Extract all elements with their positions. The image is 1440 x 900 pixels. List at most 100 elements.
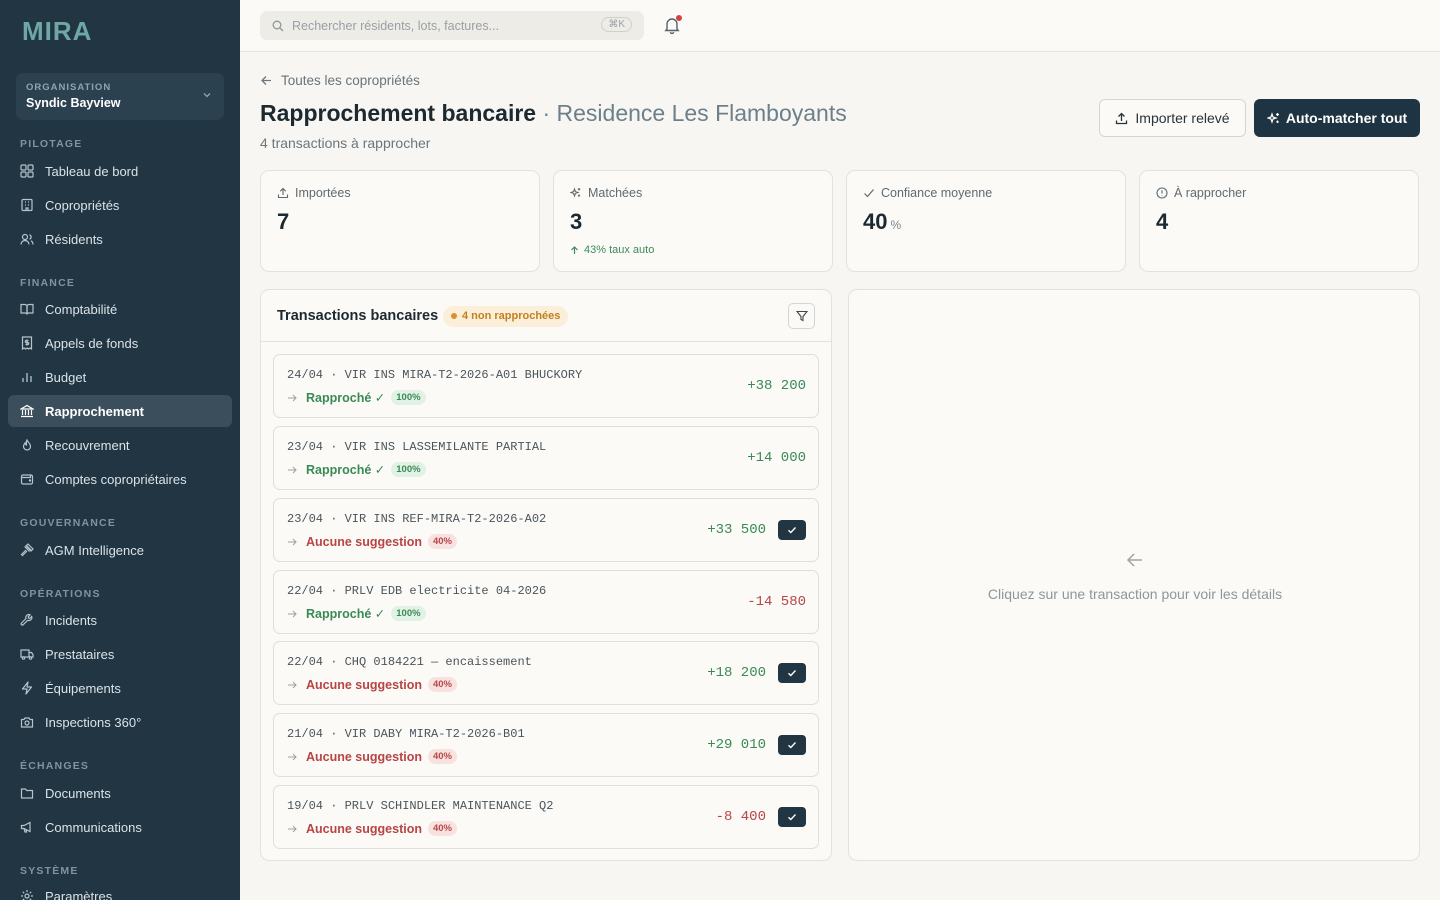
arrow-left-icon <box>261 76 271 85</box>
sidebar-item-agm[interactable]: AGM Intelligence <box>8 534 232 566</box>
sidebar-item-appels-de-fonds[interactable]: Appels de fonds <box>8 327 232 359</box>
transaction-description: 23/04 · VIR INS REF-MIRA-T2-2026-A02 <box>287 512 547 526</box>
transaction-description: 23/04 · VIR INS LASSEMILANTE PARTIAL <box>287 440 547 454</box>
megaphone-icon <box>20 821 31 833</box>
stat-label: Matchées <box>588 186 643 200</box>
sidebar-item-dashboard[interactable]: Tableau de bord <box>8 155 232 187</box>
transaction-amount: -8 400 <box>715 809 766 825</box>
transactions-title: Transactions bancaires <box>277 308 439 324</box>
search-input[interactable] <box>292 18 582 33</box>
sidebar-item-label: AGM Intelligence <box>45 542 144 558</box>
transaction-row[interactable]: 21/04 · VIR DABY MIRA-T2-2026-B01 Aucune… <box>273 713 819 777</box>
transaction-row[interactable]: 22/04 · CHQ 0184221 — encaissement Aucun… <box>273 641 819 705</box>
truck-icon <box>20 649 34 660</box>
auto-match-button[interactable]: Auto-matcher tout <box>1254 99 1420 137</box>
sidebar-item-budget[interactable]: Budget <box>8 361 232 393</box>
filter-button[interactable] <box>788 303 815 329</box>
check-icon <box>788 742 797 749</box>
transaction-amount: +18 200 <box>707 665 766 681</box>
transaction-row[interactable]: 24/04 · VIR INS MIRA-T2-2026-A01 BHUCKOR… <box>273 354 819 418</box>
book-icon <box>20 303 34 315</box>
app-logo: MIRA <box>22 16 93 46</box>
check-icon <box>788 527 797 534</box>
transaction-row[interactable]: 23/04 · VIR INS REF-MIRA-T2-2026-A02 Auc… <box>273 498 819 562</box>
import-statement-button[interactable]: Importer relevé <box>1099 99 1246 137</box>
transaction-row[interactable]: 19/04 · PRLV SCHINDLER MAINTENANCE Q2 Au… <box>273 785 819 849</box>
lightning-icon <box>21 681 33 695</box>
building-icon <box>21 198 33 212</box>
sidebar: MIRA ORGANISATION Syndic Bayview PILOTAG… <box>0 0 240 900</box>
stat-value: 40 <box>863 209 888 234</box>
stat-label: À rapprocher <box>1174 186 1247 200</box>
sidebar-item-parametres[interactable]: Paramètres <box>8 880 232 900</box>
stat-unit: % <box>890 218 902 232</box>
arrow-right-icon <box>288 538 297 545</box>
organisation-selector[interactable]: ORGANISATION Syndic Bayview <box>16 73 224 120</box>
sidebar-item-inspections[interactable]: Inspections 360° <box>8 706 232 738</box>
sidebar-item-rapprochement[interactable]: Rapprochement <box>8 395 232 427</box>
section-pilotage: PILOTAGE <box>20 138 83 150</box>
bar-chart-icon <box>22 373 32 382</box>
arrow-right-icon <box>288 825 297 832</box>
sidebar-item-incidents[interactable]: Incidents <box>8 604 232 636</box>
transaction-amount: +38 200 <box>747 378 806 394</box>
empty-state-text: Cliquez sur une transaction pour voir le… <box>987 586 1283 602</box>
confidence-badge: 100% <box>391 606 426 621</box>
transaction-amount: +14 000 <box>747 450 806 466</box>
gear-icon <box>21 890 33 900</box>
sidebar-item-prestataires[interactable]: Prestataires <box>8 638 232 670</box>
confidence-badge: 40% <box>427 821 457 836</box>
sidebar-item-equipements[interactable]: Équipements <box>8 672 232 704</box>
sidebar-item-recouvrement[interactable]: Recouvrement <box>8 429 232 461</box>
sidebar-item-label: Résidents <box>45 231 103 247</box>
section-gouvernance: GOUVERNANCE <box>20 517 117 529</box>
confirm-match-button[interactable] <box>778 520 806 540</box>
transaction-description: 24/04 · VIR INS MIRA-T2-2026-A01 BHUCKOR… <box>287 368 583 382</box>
sidebar-item-comptes-coproprietaires[interactable]: Comptes copropriétaires <box>8 463 232 495</box>
auto-match-label: Auto-matcher tout <box>1285 110 1408 126</box>
sidebar-item-label: Tableau de bord <box>45 163 139 179</box>
gavel-icon <box>20 543 34 557</box>
sparkles-icon <box>570 187 581 198</box>
transaction-status: Rapproché ✓ <box>306 391 386 405</box>
sidebar-item-documents[interactable]: Documents <box>8 777 232 809</box>
arrow-right-icon <box>288 610 297 617</box>
transaction-status: Aucune suggestion <box>306 534 422 549</box>
sidebar-item-label: Prestataires <box>45 646 115 662</box>
confirm-match-button[interactable] <box>778 807 806 827</box>
transaction-amount: +33 500 <box>707 522 766 538</box>
search-icon <box>272 20 284 31</box>
sidebar-item-communications[interactable]: Communications <box>8 811 232 843</box>
transaction-row[interactable]: 22/04 · PRLV EDB electricite 04-2026 Rap… <box>273 570 819 634</box>
import-statement-label: Importer relevé <box>1135 110 1230 126</box>
sidebar-item-comptabilite[interactable]: Comptabilité <box>8 293 232 325</box>
stat-value: 4 <box>1156 209 1169 234</box>
confidence-badge: 40% <box>427 749 457 764</box>
confidence-badge: 40% <box>427 677 457 692</box>
sidebar-item-coproprietes[interactable]: Copropriétés <box>8 189 232 221</box>
page-title-main: Rapprochement bancaire <box>260 100 537 126</box>
confirm-match-button[interactable] <box>778 663 806 683</box>
transaction-row[interactable]: 23/04 · VIR INS LASSEMILANTE PARTIAL Rap… <box>273 426 819 490</box>
back-link[interactable]: Toutes les copropriétés <box>260 73 420 88</box>
transaction-description: 22/04 · PRLV EDB electricite 04-2026 <box>287 584 547 598</box>
sidebar-item-residents[interactable]: Résidents <box>8 223 232 255</box>
stat-note: 43% taux auto <box>584 244 655 256</box>
upload-icon <box>277 187 289 199</box>
stat-card-imported: Importées 7 <box>260 170 540 272</box>
status-dot <box>451 313 457 319</box>
wallet-icon <box>20 474 34 485</box>
check-icon <box>864 189 874 198</box>
arrow-up-icon <box>571 245 578 254</box>
info-icon <box>1156 187 1168 199</box>
arrow-right-icon <box>288 681 297 688</box>
stat-value: 3 <box>570 209 583 234</box>
confirm-match-button[interactable] <box>778 735 806 755</box>
sidebar-item-label: Communications <box>45 819 142 835</box>
search-bar[interactable]: ⌘K <box>260 11 644 40</box>
transaction-status: Rapproché ✓ <box>306 607 386 621</box>
arrow-right-icon <box>288 466 297 473</box>
camera-icon <box>20 717 34 728</box>
stat-card-pending: À rapprocher 4 <box>1139 170 1419 272</box>
sidebar-item-label: Comptes copropriétaires <box>45 471 187 487</box>
